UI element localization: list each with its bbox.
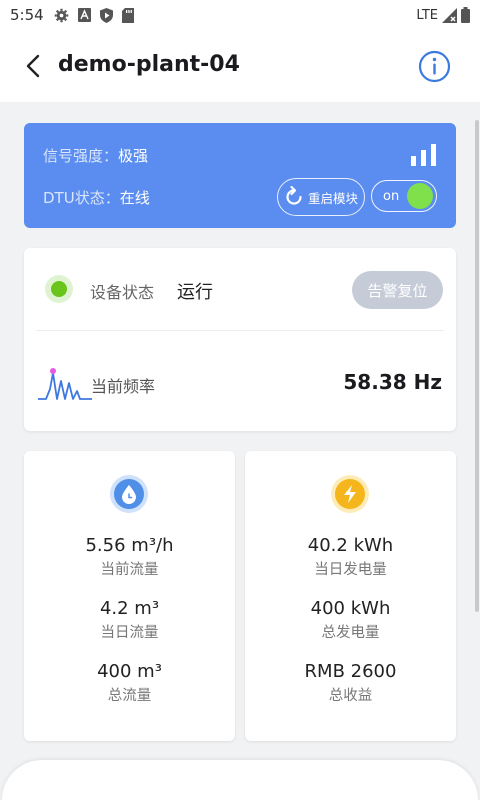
divider [36,330,444,331]
current-flow-stat: 5.56 m³/h 当前流量 [24,535,235,579]
stat-value: 4.2 m³ [99,598,160,619]
water-drop-clock-icon [110,475,148,513]
signal-card: 信号强度：极强 DTU状态：在线 重启模块 on [24,123,456,228]
stat-label: 当日流量 [100,625,159,641]
back-button[interactable] [20,52,46,80]
info-button[interactable] [418,50,451,83]
stat-value: 40.2 kWh [307,535,394,556]
dtu-value: 在线 [119,189,150,207]
lightning-icon [331,475,369,513]
signal-strength-row: 信号强度：极强 [43,145,148,166]
font-app-icon [77,8,91,22]
info-icon [418,50,451,83]
stat-value: 5.56 m³/h [85,535,174,556]
page-title: demo-plant-04 [58,52,240,77]
app-header: demo-plant-04 [0,30,480,102]
total-revenue-stat: RMB 2600 总收益 [245,661,456,705]
stat-label: 当前流量 [100,562,159,578]
status-time: 5:54 [10,6,44,24]
network-type: LTE [416,7,438,23]
battery-icon [461,7,470,23]
stat-label: 总收益 [328,688,373,704]
signal-label: 信号强度： [43,147,119,165]
status-indicator-icon [45,275,73,303]
stat-value: 400 m³ [97,661,162,682]
signal-value: 极强 [118,147,149,165]
stat-label: 当日发电量 [314,562,387,578]
sd-card-icon [121,7,134,23]
toggle-label: on [383,188,400,204]
power-card: 40.2 kWh 当日发电量 400 kWh 总发电量 RMB 2600 总收益 [245,451,456,741]
shield-play-icon [99,7,113,23]
restart-module-label: 重启模块 [308,190,359,206]
stat-label: 总发电量 [321,625,380,641]
flow-card: 5.56 m³/h 当前流量 4.2 m³ 当日流量 400 m³ 总流量 [24,451,235,741]
device-status-value: 运行 [177,282,213,303]
signal-bars-icon [411,144,436,166]
stat-value: 400 kWh [310,598,391,619]
total-flow-stat: 400 m³ 总流量 [24,661,235,705]
dtu-toggle[interactable]: on [371,180,437,212]
scrollbar[interactable] [475,120,479,612]
stat-label: 总流量 [107,688,152,704]
bottom-sheet[interactable] [2,760,478,800]
daily-generation-stat: 40.2 kWh 当日发电量 [245,535,456,579]
alarm-reset-button[interactable]: 告警复位 [352,271,443,309]
frequency-value: 58.38 Hz [343,370,442,394]
total-generation-stat: 400 kWh 总发电量 [245,598,456,642]
dtu-label: DTU状态： [43,189,120,207]
daily-flow-stat: 4.2 m³ 当日流量 [24,598,235,642]
stat-value: RMB 2600 [304,661,397,682]
status-bar: 5:54 LTE [0,0,480,30]
frequency-label: 当前频率 [91,377,156,396]
device-status-card: 设备状态 运行 告警复位 当前频率 58.38 Hz [24,248,456,431]
refresh-icon [286,186,302,205]
restart-module-button[interactable]: 重启模块 [277,178,365,216]
signal-icon [442,7,457,23]
chevron-left-icon [26,54,40,78]
device-status-label: 设备状态 [90,283,155,302]
dtu-status-row: DTU状态：在线 [43,187,150,208]
frequency-wave-icon [38,368,92,400]
gear-icon [54,8,68,22]
toggle-knob [407,183,433,209]
